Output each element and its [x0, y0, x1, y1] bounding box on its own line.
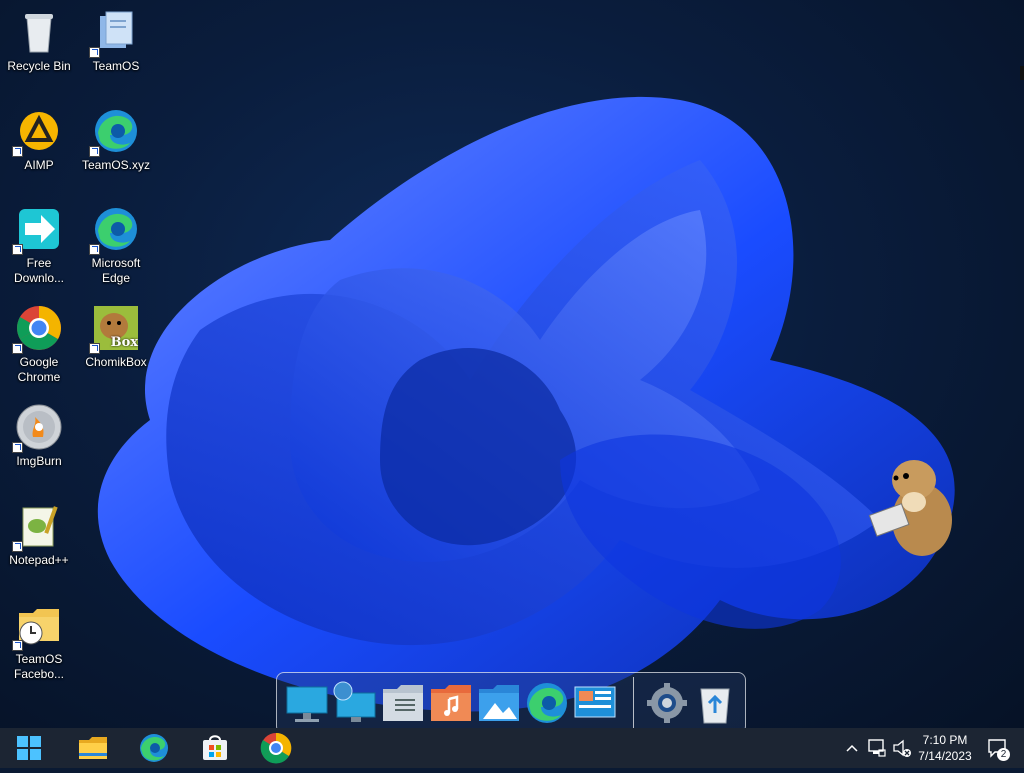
- aimp-icon: [12, 107, 63, 157]
- microsoft-store-icon: [203, 735, 227, 760]
- shortcut-arrow-icon: [89, 47, 100, 58]
- chevron-up-icon: [846, 744, 858, 752]
- desktop-wallpaper[interactable]: [0, 0, 1024, 728]
- notepadpp-icon: [12, 502, 63, 552]
- desktop-icon-label: TeamOS Facebo...: [13, 652, 65, 681]
- desktop-icon-imgburn[interactable]: ImgBurn: [2, 403, 76, 469]
- edge-icon: [527, 683, 567, 723]
- pictures-folder-icon: [479, 685, 519, 721]
- documents-folder-icon: [383, 685, 423, 721]
- desktop-icon-free-download-manager[interactable]: Free Downlo...: [2, 205, 76, 286]
- desktop-icon-label: ImgBurn: [16, 454, 62, 468]
- edge-icon: [89, 107, 140, 157]
- taskbar-clock[interactable]: 7:10 PM 7/14/2023: [905, 732, 985, 764]
- desktop-icon-label: Microsoft Edge: [91, 256, 141, 285]
- free-download-manager-icon: [12, 205, 63, 255]
- desktop-icon-teamos[interactable]: TeamOS: [79, 8, 153, 74]
- settings-gear-icon: [647, 683, 687, 723]
- bloom-artwork: [97, 96, 955, 712]
- desktop-icon-label: TeamOS.xyz: [81, 158, 150, 172]
- shortcut-arrow-icon: [12, 442, 23, 453]
- screen-edge-marker: [1020, 66, 1024, 80]
- shortcut-arrow-icon: [89, 244, 100, 255]
- chrome-icon: [260, 732, 292, 764]
- shortcut-arrow-icon: [12, 640, 23, 651]
- file-explorer-icon: [79, 737, 107, 759]
- desktop-icon-label: Google Chrome: [17, 355, 61, 384]
- edge-icon: [140, 734, 168, 762]
- dock-item-pictures[interactable]: [477, 681, 521, 725]
- recycle-bin-icon: [700, 688, 730, 724]
- taskbar-file-explorer[interactable]: [77, 732, 109, 764]
- chomikbox-icon: Box: [89, 304, 140, 354]
- taskbar-edge[interactable]: [138, 732, 170, 764]
- desktop-icon-notepadpp[interactable]: Notepad++: [2, 502, 76, 568]
- start-button[interactable]: [13, 732, 45, 764]
- imgburn-icon: [12, 403, 63, 453]
- dock-item-settings[interactable]: [645, 681, 689, 725]
- notification-count-badge: 2: [997, 748, 1010, 761]
- monitor-icon: [286, 686, 328, 722]
- shortcut-arrow-icon: [12, 146, 23, 157]
- dock-item-edge[interactable]: [525, 681, 569, 725]
- tray-network-button[interactable]: [866, 728, 888, 768]
- desktop-icon-chomikbox[interactable]: Box ChomikBox: [79, 304, 153, 370]
- dock-item-recycle-bin[interactable]: [693, 681, 737, 725]
- recycle-bin-icon: [15, 8, 63, 56]
- desktop-icon-label: Recycle Bin: [7, 59, 71, 73]
- desktop-icon-label: Notepad++: [9, 553, 69, 567]
- network-icon: [868, 739, 886, 757]
- dock-item-network[interactable]: [333, 681, 377, 725]
- chrome-icon: [12, 304, 63, 354]
- shortcut-arrow-icon: [89, 343, 100, 354]
- desktop-icon-teamos-xyz[interactable]: TeamOS.xyz: [79, 107, 153, 173]
- desktop-icon-label: Free Downlo...: [13, 256, 65, 285]
- desktop-icon-microsoft-edge[interactable]: Microsoft Edge: [79, 205, 153, 286]
- dock-item-music[interactable]: [429, 681, 473, 725]
- network-globe-icon: [333, 681, 376, 722]
- start-icon: [17, 736, 41, 760]
- edge-icon: [89, 205, 140, 255]
- dock-item-monitor[interactable]: [285, 681, 329, 725]
- shortcut-arrow-icon: [12, 244, 23, 255]
- shortcut-arrow-icon: [12, 541, 23, 552]
- hamster-mascot: [866, 450, 958, 560]
- desktop-icon-label: TeamOS: [92, 59, 140, 73]
- desktop-icon-aimp[interactable]: AIMP: [2, 107, 76, 173]
- desktop-icon-recycle-bin[interactable]: Recycle Bin: [2, 8, 76, 74]
- app-dock: [276, 672, 746, 734]
- taskbar-microsoft-store[interactable]: [199, 732, 231, 764]
- teamos-folder-icon: [89, 8, 140, 58]
- music-folder-icon: [431, 685, 471, 721]
- chomikbox-badge: Box: [110, 335, 138, 350]
- folder-clock-icon: [12, 601, 63, 651]
- shortcut-arrow-icon: [89, 146, 100, 157]
- tray-overflow-button[interactable]: [843, 728, 861, 768]
- dock-item-control-panel[interactable]: [573, 681, 617, 725]
- shortcut-arrow-icon: [12, 343, 23, 354]
- dock-separator: [633, 677, 634, 731]
- desktop-icon-label: ChomikBox: [85, 355, 147, 369]
- clock-time: 7:10 PM: [922, 733, 968, 747]
- clock-date: 7/14/2023: [918, 749, 972, 763]
- control-panel-icon: [574, 686, 616, 718]
- desktop-icon-google-chrome[interactable]: Google Chrome: [2, 304, 76, 385]
- notification-center-button[interactable]: 2: [986, 728, 1010, 768]
- desktop-icon-label: AIMP: [24, 158, 54, 172]
- dock-item-documents[interactable]: [381, 681, 425, 725]
- taskbar-chrome[interactable]: [260, 732, 292, 764]
- desktop-icon-teamos-facebook[interactable]: TeamOS Facebo...: [2, 601, 76, 682]
